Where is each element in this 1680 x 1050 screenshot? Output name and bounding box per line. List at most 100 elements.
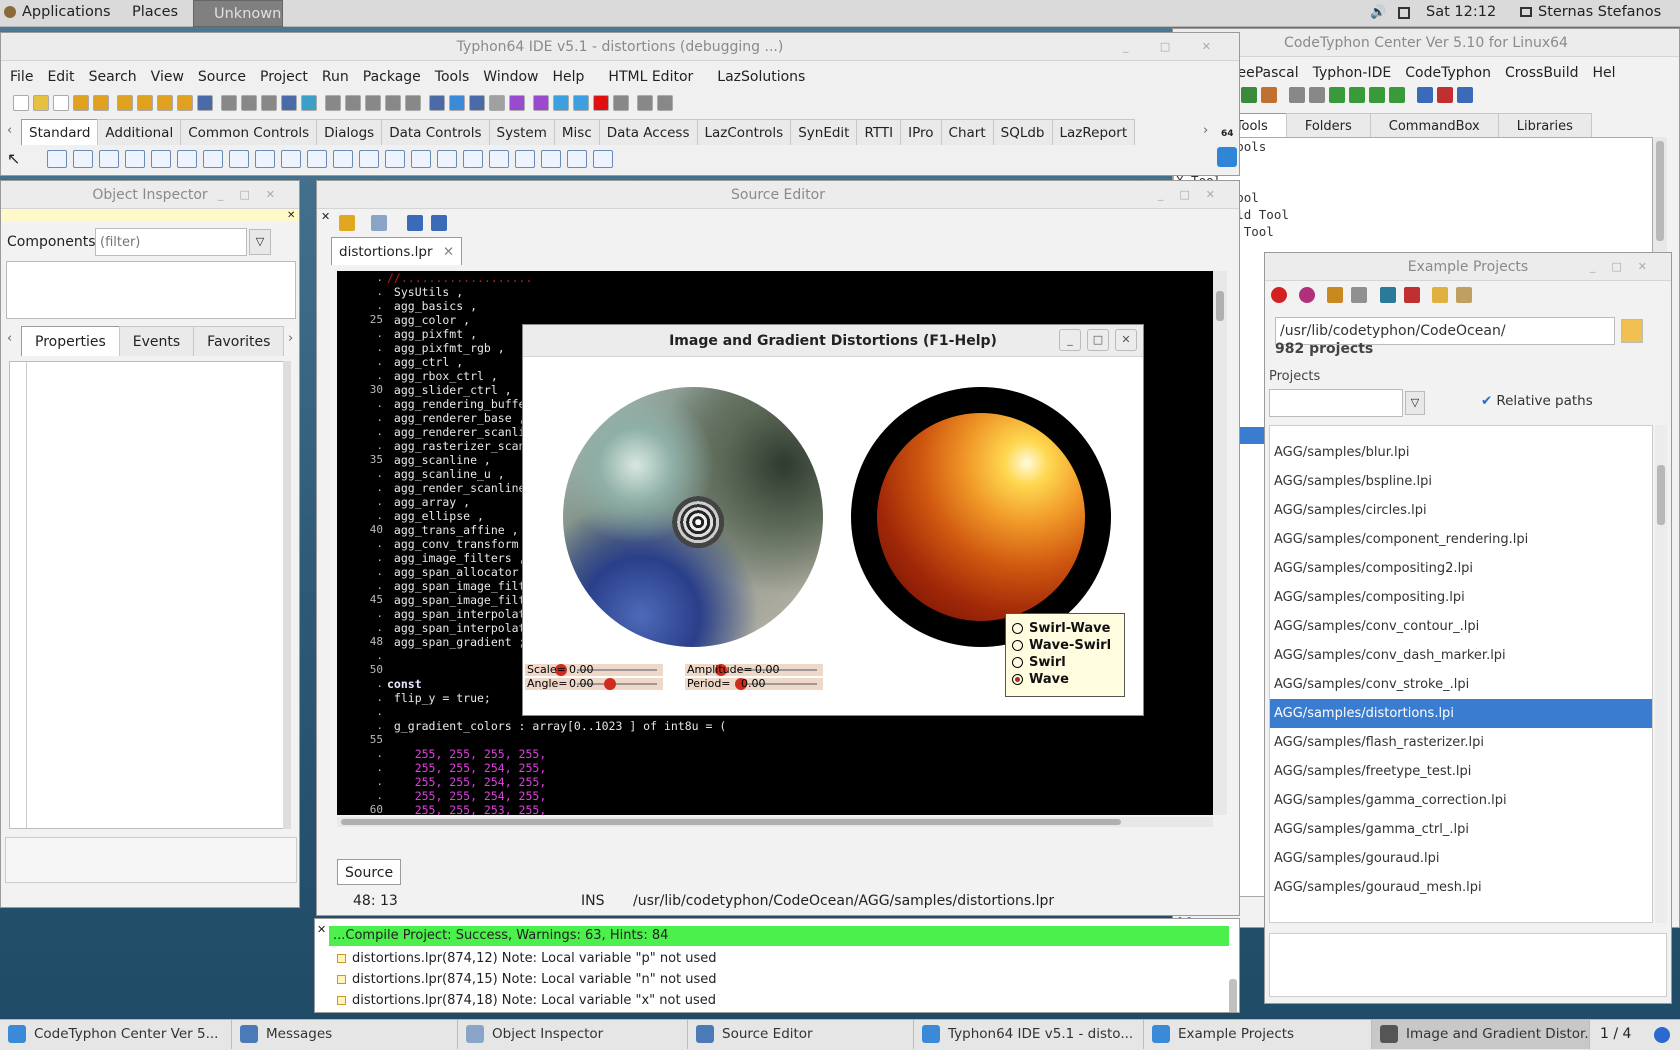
se-window-controls[interactable]: _□✕ [1158, 181, 1231, 209]
palette-scroll-left[interactable]: ‹ [7, 123, 12, 138]
forward-icon[interactable] [431, 215, 448, 231]
menu-view[interactable]: View [144, 69, 191, 85]
settings-icon[interactable] [1351, 287, 1368, 303]
center-toolbar-icon[interactable] [1437, 87, 1453, 103]
slider-amplitude[interactable]: Amplitude= 0.00 [685, 664, 823, 676]
toolbar-button-icon[interactable] [345, 95, 361, 111]
toolbar-button-icon[interactable] [593, 95, 609, 111]
tool-item[interactable]: X Tool [1174, 172, 1652, 189]
radio-option-wave-swirl[interactable]: Wave-Swirl [1012, 637, 1118, 654]
component-icon[interactable] [515, 149, 535, 168]
filter-icon[interactable]: ▽ [1405, 391, 1425, 415]
taskbar-item[interactable]: Example Projects [1144, 1020, 1372, 1049]
project-item[interactable]: AGG/samples/compositing2.lpi [1270, 554, 1652, 583]
component-icon[interactable] [307, 149, 327, 168]
filter-icon[interactable]: ▽ [249, 229, 271, 255]
clock[interactable]: Sat 12:12 [1426, 4, 1496, 20]
radio-option-swirl[interactable]: Swirl [1012, 654, 1118, 671]
menu-window[interactable]: Window [476, 69, 545, 85]
tab-dialogs[interactable]: Dialogs [316, 119, 383, 145]
editor-vscrollbar[interactable] [1213, 271, 1227, 815]
minimize-icon[interactable]: _ [1059, 329, 1081, 351]
tab-additional[interactable]: Additional [97, 119, 182, 145]
component-tree[interactable] [6, 261, 296, 319]
gradient-disk[interactable] [851, 387, 1111, 647]
message-item[interactable]: distortions.lpr(874,12) Note: Local vari… [329, 948, 1229, 969]
center-scrollbar[interactable] [1653, 137, 1667, 257]
project-item[interactable]: AGG/samples/distortions.lpi [1270, 699, 1652, 728]
menu-edit[interactable]: Edit [40, 69, 81, 85]
center-toolbar-icon[interactable] [1241, 87, 1257, 103]
slider-angle[interactable]: Angle= 0.00 [525, 678, 663, 690]
toolbar-button-icon[interactable] [637, 95, 653, 111]
oi-tab-right[interactable]: › [288, 331, 293, 346]
tab-common-controls[interactable]: Common Controls [180, 119, 318, 145]
active-app-menu[interactable]: Unknown [193, 0, 283, 27]
project-filter-input[interactable] [1269, 389, 1403, 417]
volume-icon[interactable]: 🔊 [1370, 5, 1386, 20]
tab-standard[interactable]: Standard [21, 119, 99, 145]
tool-item[interactable]: nd Files Tool [1174, 223, 1652, 240]
component-icon[interactable] [489, 149, 509, 168]
project-item[interactable]: AGG/samples/circles.lpi [1270, 496, 1652, 525]
menu-run[interactable]: Run [315, 69, 356, 85]
toolbar-button-icon[interactable] [197, 95, 213, 111]
menu-source[interactable]: Source [191, 69, 253, 85]
ex-window-controls[interactable]: _□✕ [1590, 253, 1663, 281]
component-icon[interactable] [567, 149, 587, 168]
toolbar-button-icon[interactable] [489, 95, 505, 111]
menu-html-editor[interactable]: HTML Editor [601, 69, 700, 85]
menu-package[interactable]: Package [356, 69, 428, 85]
component-icon[interactable] [359, 149, 379, 168]
toolbar-button-icon[interactable] [553, 95, 569, 111]
close-icon[interactable]: ✕ [287, 210, 295, 221]
taskbar-item[interactable]: Image and Gradient Distor... [1372, 1020, 1590, 1049]
project-item[interactable]: AGG/samples/gamma_correction.lpi [1270, 786, 1652, 815]
toolbar-button-icon[interactable] [241, 95, 257, 111]
tab-favorites[interactable]: Favorites [193, 326, 285, 356]
toolbar-button-icon[interactable] [365, 95, 381, 111]
property-scrollbar[interactable] [283, 361, 291, 829]
project-item[interactable]: AGG/samples/gouraud.lpi [1270, 844, 1652, 873]
tool-item[interactable]: yphonBuild Tool [1174, 206, 1652, 223]
component-icon[interactable] [47, 149, 67, 168]
project-item[interactable]: AGG/samples/conv_dash_marker.lpi [1270, 641, 1652, 670]
center-toolbar-icon[interactable] [1309, 87, 1325, 103]
menu-help[interactable]: Help [546, 69, 592, 85]
toolbar-button-icon[interactable] [385, 95, 401, 111]
slider-scale[interactable]: Scale= 0.00 [525, 664, 663, 676]
project-item[interactable]: AGG/samples/freetype_test.lpi [1270, 757, 1652, 786]
editor-hscrollbar[interactable] [337, 817, 1213, 827]
toolbar-button-icon[interactable] [469, 95, 485, 111]
toolbar-button-icon[interactable] [53, 95, 69, 111]
tool-item[interactable]: ocMake Tool [1174, 189, 1652, 206]
taskbar-item[interactable]: Messages [232, 1020, 458, 1049]
center-menu-item[interactable]: CrossBuild [1498, 65, 1586, 81]
center-menu-item[interactable]: Typhon-IDE [1306, 65, 1399, 81]
component-icon[interactable] [255, 149, 275, 168]
toolbar-button-icon[interactable] [281, 95, 297, 111]
toolbar-button-icon[interactable] [429, 95, 445, 111]
radio-button[interactable] [1012, 657, 1023, 668]
toolbar-button-icon[interactable] [137, 95, 153, 111]
taskbar-item[interactable]: CodeTyphon Center Ver 5... [0, 1020, 232, 1049]
tab-sqldb[interactable]: SQLdb [992, 119, 1053, 145]
tab-misc[interactable]: Misc [553, 119, 600, 145]
relative-paths-checkbox[interactable]: ✔ Relative paths [1481, 393, 1593, 409]
tab-source[interactable]: Source [337, 859, 402, 885]
toolbar-button-icon[interactable] [261, 95, 277, 111]
project-item[interactable]: AGG/samples/flash_rasterizer.lpi [1270, 728, 1652, 757]
tab-lazcontrols[interactable]: LazControls [696, 119, 792, 145]
component-icon[interactable] [541, 149, 561, 168]
toolbar-button-icon[interactable] [33, 95, 49, 111]
toolbar-button-icon[interactable] [509, 95, 525, 111]
slider-knob[interactable] [604, 678, 616, 690]
run-icon[interactable] [339, 215, 355, 231]
component-icon[interactable] [203, 149, 223, 168]
tab-lazreport[interactable]: LazReport [1051, 119, 1136, 145]
close-icon[interactable]: ✕ [317, 923, 326, 936]
center-menu-item[interactable]: Hel [1585, 65, 1622, 81]
toolbar-button-icon[interactable] [117, 95, 133, 111]
menu-file[interactable]: File [3, 69, 40, 85]
toolbar-button-icon[interactable] [157, 95, 173, 111]
